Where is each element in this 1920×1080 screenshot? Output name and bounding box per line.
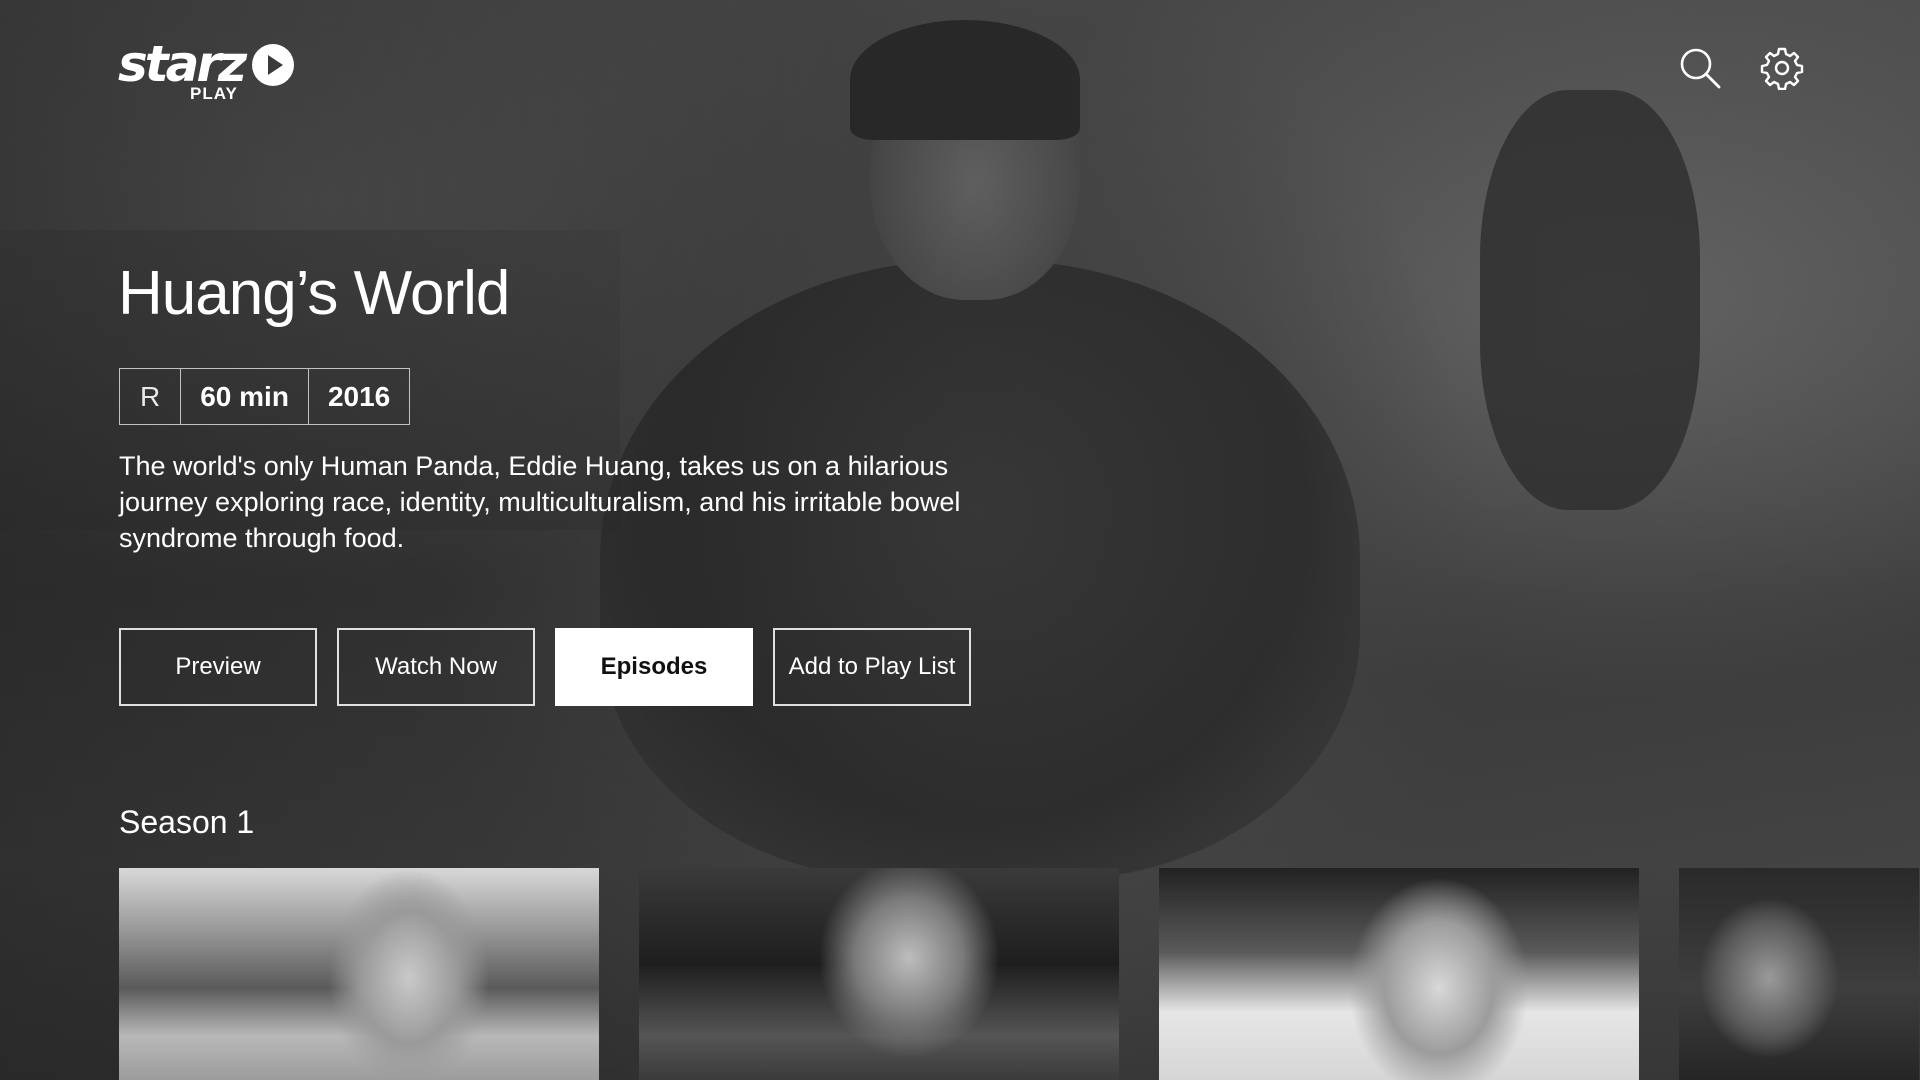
episode-thumbnail[interactable] [1159, 868, 1639, 1080]
preview-button[interactable]: Preview [119, 628, 317, 706]
search-icon[interactable] [1678, 46, 1722, 90]
episode-thumbnail[interactable] [1679, 868, 1919, 1080]
duration-label: 60 min [181, 369, 309, 424]
season-heading: Season 1 [119, 804, 255, 840]
play-logo-icon [252, 44, 294, 86]
background-hero: starz PLAY Huang’s World R 60 min 2016 T… [0, 0, 1920, 1080]
show-description: The world's only Human Panda, Eddie Huan… [119, 451, 961, 553]
action-buttons: Preview Watch Now Episodes Add to Play L… [119, 628, 971, 706]
show-metadata: R 60 min 2016 [119, 368, 411, 425]
episodes-button[interactable]: Episodes [555, 628, 753, 706]
add-to-playlist-button[interactable]: Add to Play List [773, 628, 971, 706]
starz-play-logo: starz PLAY [118, 38, 298, 104]
episode-thumbnail[interactable] [119, 868, 599, 1080]
show-title: Huang’s World [118, 259, 510, 328]
rating-badge: R [120, 369, 182, 424]
header-actions [1678, 46, 1804, 90]
year-label: 2016 [327, 381, 391, 412]
gear-icon[interactable] [1760, 46, 1804, 90]
episode-thumbnail[interactable] [639, 868, 1119, 1080]
logo-subtitle: PLAY [190, 84, 238, 103]
episode-carousel [119, 868, 1919, 1080]
watch-now-button[interactable]: Watch Now [337, 628, 535, 706]
logo-wordmark: starz [118, 35, 247, 93]
